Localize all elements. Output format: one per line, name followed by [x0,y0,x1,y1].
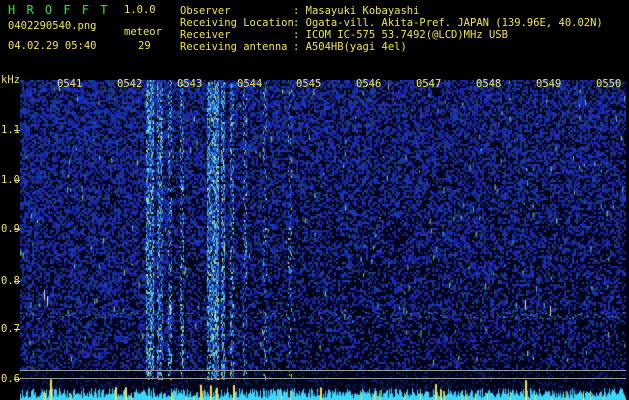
freq-tick-mark [14,329,20,330]
app-version: 1.0.0 [124,4,156,16]
meteor-count: 29 [138,40,151,52]
time-tick-label: 0542 [117,78,143,90]
file-datetime: 04.02.29 05:40 [8,40,97,52]
location-label: Receiving Location [180,17,294,29]
time-tick-label: 0541 [57,78,83,90]
file-name: 0402290540.png [8,20,97,32]
reference-line [20,378,626,379]
reference-line [20,370,626,371]
freq-tick-mark [14,379,20,380]
time-tick-label: 0543 [177,78,203,90]
location-value: : Ogata-vill. Akita-Pref. JAPAN (139.96E… [293,17,603,29]
meteor-label: meteor [124,26,162,38]
observer-label: Observer [180,5,231,17]
antenna-value: : A504HB(yagi 4el) [293,41,407,53]
app-title: H R O F F T [8,3,110,17]
receiver-value: : ICOM IC-575 53.7492(@LCD)MHz USB [293,29,508,41]
time-tick-label: 0547 [416,78,442,90]
freq-tick-mark [14,229,20,230]
time-tick-label: 0549 [536,78,562,90]
freq-tick-mark [14,180,20,181]
time-tick-label: 0545 [296,78,322,90]
freq-unit-label: kHz [1,74,20,86]
time-tick-label: 0548 [476,78,502,90]
time-tick-label: 0550 [596,78,622,90]
receiver-label: Receiver [180,29,231,41]
observer-value: : Masayuki Kobayashi [293,5,420,17]
freq-tick-mark [14,130,20,131]
time-tick-label: 0546 [356,78,382,90]
antenna-label: Receiving antenna [180,41,288,53]
freq-tick-mark [14,281,20,282]
spectrogram [20,80,626,400]
time-tick-label: 0544 [237,78,263,90]
